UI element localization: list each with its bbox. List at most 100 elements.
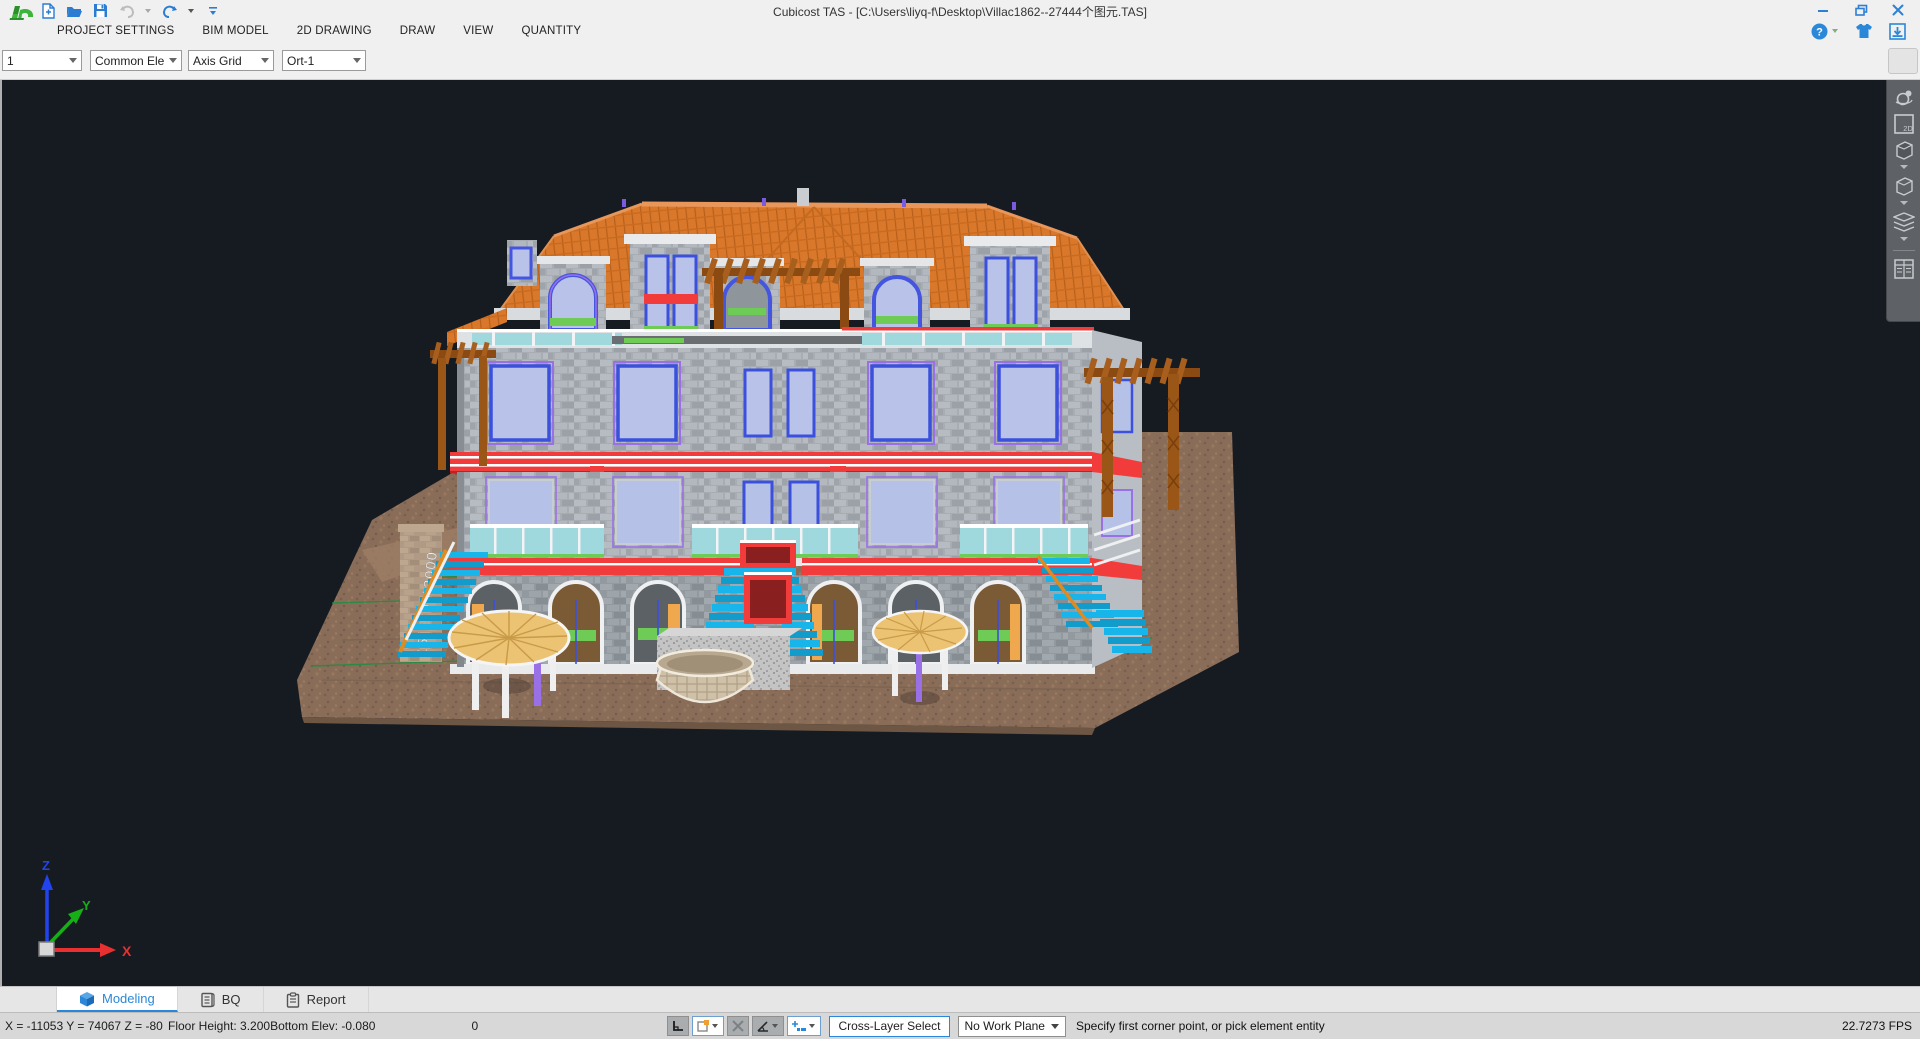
tab-spacer [0, 987, 57, 1012]
coordinate-input-button[interactable] [787, 1016, 821, 1036]
grid-select[interactable]: Axis Grid [188, 50, 274, 71]
menu-project-settings[interactable]: PROJECT SETTINGS [55, 23, 176, 39]
chevron-down-icon[interactable] [1900, 201, 1908, 205]
redo-dropdown-button[interactable] [187, 7, 195, 15]
theme-skin-button[interactable] [1855, 23, 1873, 39]
close-icon [1892, 4, 1904, 16]
chevron-down-icon [809, 1024, 815, 1028]
angle-icon [756, 1019, 770, 1033]
divider [1893, 250, 1915, 251]
chevron-down-icon [1831, 28, 1839, 34]
chevron-down-icon[interactable] [1900, 165, 1908, 169]
help-button[interactable]: ? [1811, 23, 1839, 40]
cross-layer-select-button[interactable]: Cross-Layer Select [829, 1016, 949, 1037]
close-button[interactable] [1884, 2, 1912, 18]
tab-label: BQ [222, 992, 241, 1007]
chevron-down-icon [69, 58, 77, 63]
angle-snap-button[interactable] [752, 1016, 784, 1036]
title-bar: Cubicost TAS - [C:\Users\liyq-f\Desktop\… [0, 0, 1920, 20]
view-2d-button[interactable]: 2D [1891, 112, 1917, 136]
intersect-icon [731, 1019, 745, 1033]
view-tools-panel: 2D [1886, 80, 1920, 322]
command-prompt: Specify first corner point, or pick elem… [1076, 1019, 1325, 1033]
save-button[interactable] [92, 2, 109, 19]
ortho-icon [671, 1019, 685, 1033]
tab-bq[interactable]: BQ [178, 987, 264, 1012]
layers-icon [1893, 212, 1915, 232]
application-window: Cubicost TAS - [C:\Users\liyq-f\Desktop\… [0, 0, 1920, 1039]
element-type-select[interactable]: Common Eler [90, 50, 182, 71]
bq-document-icon [200, 992, 215, 1008]
window-title: Cubicost TAS - [C:\Users\liyq-f\Desktop\… [0, 3, 1920, 20]
work-plane-value: No Work Plane [965, 1019, 1045, 1033]
drawing-tool-toggles [667, 1016, 821, 1036]
chevron-down-icon[interactable] [1900, 237, 1908, 241]
cube-3d-icon [1893, 139, 1915, 161]
table-view-button[interactable] [1891, 257, 1917, 281]
menu-view[interactable]: VIEW [461, 23, 495, 39]
redo-icon [162, 4, 178, 18]
view-preset-select[interactable]: Ort-1 [282, 50, 366, 71]
quick-access-toolbar [40, 2, 221, 19]
third-floor-wall[interactable] [457, 348, 1092, 452]
fps-readout: 22.7273 FPS [1842, 1019, 1912, 1033]
viewport-3d[interactable]: 15(3300)3000 [0, 80, 1920, 986]
download-update-button[interactable] [1889, 23, 1906, 40]
chevron-down-icon [772, 1024, 778, 1028]
chevron-down-icon [353, 58, 361, 63]
tab-report[interactable]: Report [264, 987, 369, 1012]
view-2d-icon: 2D [1893, 113, 1915, 135]
svg-text:?: ? [1816, 26, 1823, 38]
table-icon [1893, 258, 1915, 280]
menu-2d-drawing[interactable]: 2D DRAWING [295, 23, 374, 39]
undo-dropdown-button[interactable] [144, 7, 152, 15]
chevron-down-icon [187, 8, 195, 14]
customize-toolbar-button[interactable] [204, 2, 221, 19]
menu-right-icons: ? [1811, 20, 1906, 42]
viewport-canvas[interactable]: 15(3300)3000 [2, 80, 1920, 986]
chevron-down-icon [1051, 1024, 1059, 1029]
redo-button[interactable] [161, 2, 178, 19]
floor-height-readout: Floor Height: 3.200 [168, 1019, 270, 1033]
menu-draw[interactable]: DRAW [398, 23, 438, 39]
download-icon [1889, 23, 1906, 40]
orbit-icon [1894, 88, 1914, 108]
open-button[interactable] [66, 2, 83, 19]
ortho-toggle-button[interactable] [667, 1016, 689, 1036]
restore-button[interactable] [1847, 2, 1875, 18]
chevron-down-icon [712, 1024, 718, 1028]
status-bar: X = -11053 Y = 74067 Z = -80 Floor Heigh… [0, 1012, 1920, 1039]
open-folder-icon [66, 4, 83, 18]
floor-select[interactable]: 1 [2, 50, 82, 71]
undo-button[interactable] [118, 2, 135, 19]
cursor-coordinates: X = -11053 Y = 74067 Z = -80 [5, 1019, 168, 1033]
layers-button[interactable] [1891, 210, 1917, 234]
minimize-button[interactable] [1809, 2, 1837, 18]
view-3d-button[interactable] [1891, 138, 1917, 162]
snap-settings-button[interactable] [692, 1016, 724, 1036]
work-plane-select[interactable]: No Work Plane [958, 1016, 1066, 1037]
overflow-icon [208, 5, 218, 17]
toolbar-overflow-button[interactable] [1888, 48, 1918, 74]
tab-modeling[interactable]: Modeling [57, 987, 178, 1012]
chevron-down-icon [169, 58, 177, 63]
intersect-toggle-button[interactable] [727, 1016, 749, 1036]
orbit-button[interactable] [1891, 86, 1917, 110]
upper-terrace-parapet[interactable] [457, 327, 1094, 348]
shirt-icon [1855, 23, 1873, 39]
minimize-icon [1817, 4, 1829, 16]
view-cube-button[interactable] [1891, 174, 1917, 198]
tab-label: Modeling [102, 991, 155, 1006]
new-document-button[interactable] [40, 2, 57, 19]
bottom-elevation-readout: Bottom Elev: -0.080 [270, 1019, 375, 1033]
help-icon: ? [1811, 23, 1828, 40]
chevron-down-icon [261, 58, 269, 63]
menu-quantity[interactable]: QUANTITY [520, 23, 584, 39]
restore-icon [1855, 4, 1868, 16]
save-icon [93, 3, 108, 18]
modeling-cube-icon [79, 991, 95, 1007]
workspace-tab-bar: Modeling BQ Report [0, 986, 1920, 1012]
selection-toolbar: 1 Common Eler Axis Grid Ort-1 [0, 42, 1920, 80]
svg-text:Z: Z [42, 858, 50, 873]
menu-bim-model[interactable]: BIM MODEL [200, 23, 270, 39]
